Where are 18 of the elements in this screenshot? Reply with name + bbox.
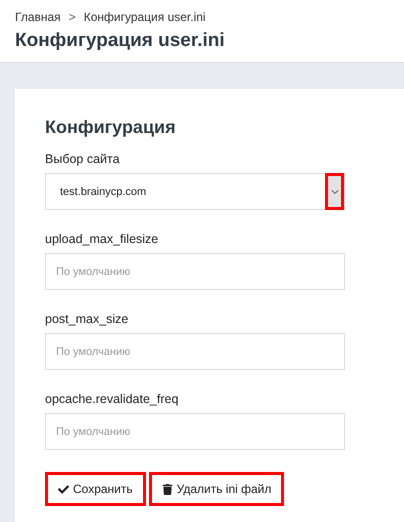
dropdown-chevron-icon[interactable] <box>325 173 344 210</box>
check-icon <box>58 484 69 494</box>
input-field[interactable]: По умолчанию <box>45 413 345 450</box>
field-label: opcache.revalidate_freq <box>45 392 180 406</box>
input-field[interactable]: По умолчанию <box>45 333 345 370</box>
field-label: Выбор сайта <box>45 152 121 166</box>
field-label: upload_max_filesize <box>45 232 160 246</box>
breadcrumb-link[interactable]: Главная <box>15 10 61 24</box>
trash-icon <box>162 484 173 494</box>
page-title: Конфигурация user.ini <box>15 30 226 52</box>
input-field[interactable]: По умолчанию <box>45 253 345 290</box>
breadcrumb-separator: > <box>68 10 76 24</box>
save-button[interactable]: Сохранить <box>45 472 146 506</box>
site-select[interactable]: test.brainycp.com <box>45 173 345 210</box>
card-title: Конфигурация <box>45 117 177 138</box>
field-label: post_max_size <box>45 312 130 326</box>
delete-button[interactable]: Удалить ini файл <box>148 472 284 506</box>
breadcrumb-current: Конфигурация user.ini <box>84 10 206 24</box>
